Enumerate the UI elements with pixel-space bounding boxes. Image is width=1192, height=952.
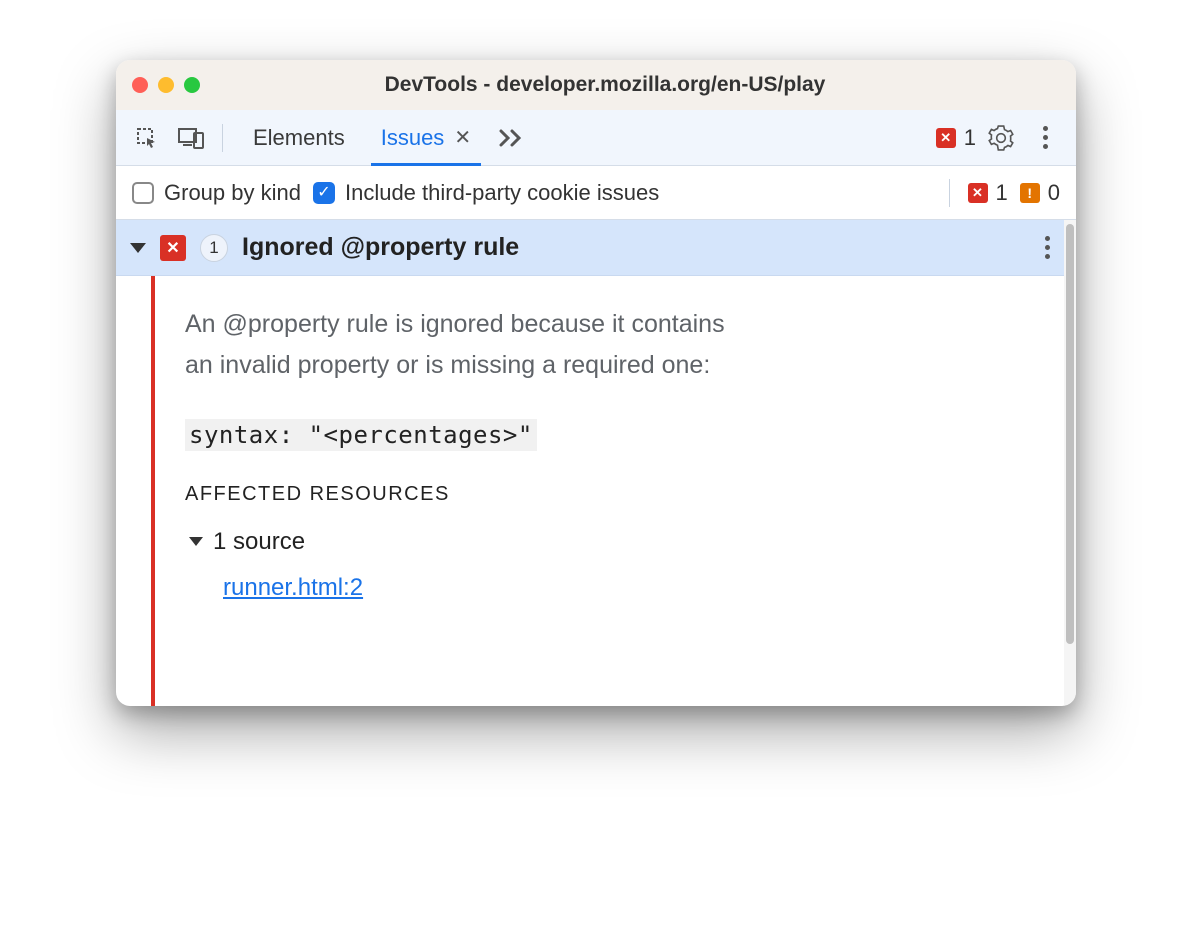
- tabs-container: Elements Issues ✕: [235, 110, 535, 165]
- device-toolbar-button[interactable]: [172, 119, 210, 157]
- inspect-element-button[interactable]: [128, 119, 166, 157]
- window-minimize-button[interactable]: [158, 77, 174, 93]
- error-icon: ✕: [968, 183, 988, 203]
- kebab-icon: [1043, 126, 1048, 149]
- window-zoom-button[interactable]: [184, 77, 200, 93]
- inspect-icon: [135, 126, 159, 150]
- issue-desc-line1: An @property rule is ignored because it …: [185, 310, 725, 338]
- issue-count-pill: 1: [200, 234, 228, 262]
- sources-count-label: 1 source: [213, 528, 305, 556]
- content-area: ✕ 1 Ignored @property rule An @property …: [116, 220, 1076, 706]
- toolbar-error-count: 1: [964, 125, 976, 151]
- filter-warn-badge[interactable]: ! 0: [1020, 180, 1060, 206]
- issue-description: An @property rule is ignored because it …: [185, 304, 1034, 387]
- affected-resources-label: AFFECTED RESOURCES: [185, 483, 1034, 506]
- more-tabs-button[interactable]: [489, 110, 535, 165]
- sources-toggle[interactable]: 1 source: [185, 528, 1034, 556]
- issue-desc-line2: an invalid property or is missing a requ…: [185, 351, 710, 379]
- settings-button[interactable]: [982, 119, 1020, 157]
- checkbox-unchecked-icon: [132, 182, 154, 204]
- more-options-button[interactable]: [1026, 119, 1064, 157]
- scrollbar-thumb[interactable]: [1066, 224, 1074, 644]
- issue-body: An @property rule is ignored because it …: [151, 276, 1064, 706]
- tab-elements[interactable]: Elements: [235, 110, 363, 165]
- checkbox-checked-icon: ✓: [313, 182, 335, 204]
- chevron-double-right-icon: [499, 128, 525, 148]
- toolbar-error-badge[interactable]: ✕ 1: [936, 125, 976, 151]
- vertical-scrollbar[interactable]: [1064, 220, 1076, 706]
- issue-code-snippet: syntax: "<percentages>": [185, 419, 537, 451]
- titlebar: DevTools - developer.mozilla.org/en-US/p…: [116, 60, 1076, 110]
- issue-row-header[interactable]: ✕ 1 Ignored @property rule: [116, 220, 1064, 276]
- tab-close-icon[interactable]: ✕: [454, 125, 471, 150]
- tab-issues[interactable]: Issues ✕: [363, 110, 489, 165]
- toolbar-divider: [222, 124, 223, 152]
- source-file-link[interactable]: runner.html:2: [223, 574, 363, 601]
- error-icon: ✕: [936, 128, 956, 148]
- expand-collapse-icon: [189, 537, 203, 546]
- third-party-cookie-checkbox[interactable]: ✓ Include third-party cookie issues: [313, 180, 659, 206]
- gear-icon: [988, 125, 1014, 151]
- devtools-window: DevTools - developer.mozilla.org/en-US/p…: [116, 60, 1076, 706]
- third-party-label: Include third-party cookie issues: [345, 180, 659, 206]
- tab-issues-label: Issues: [381, 125, 445, 151]
- group-by-kind-label: Group by kind: [164, 180, 301, 206]
- devtools-toolbar: Elements Issues ✕ ✕ 1: [116, 110, 1076, 166]
- window-title: DevTools - developer.mozilla.org/en-US/p…: [210, 73, 1000, 97]
- tab-elements-label: Elements: [253, 125, 345, 151]
- filter-error-badge[interactable]: ✕ 1: [968, 180, 1008, 206]
- warn-icon: !: [1020, 183, 1040, 203]
- group-by-kind-checkbox[interactable]: Group by kind: [132, 180, 301, 206]
- expand-collapse-icon[interactable]: [130, 243, 146, 253]
- filter-warn-count: 0: [1048, 180, 1060, 206]
- filter-divider: [949, 179, 950, 207]
- device-icon: [178, 127, 204, 149]
- filter-error-count: 1: [996, 180, 1008, 206]
- issue-more-options-button[interactable]: [1045, 236, 1050, 259]
- issue-title: Ignored @property rule: [242, 233, 1031, 262]
- filter-bar: Group by kind ✓ Include third-party cook…: [116, 166, 1076, 220]
- window-close-button[interactable]: [132, 77, 148, 93]
- error-icon: ✕: [160, 235, 186, 261]
